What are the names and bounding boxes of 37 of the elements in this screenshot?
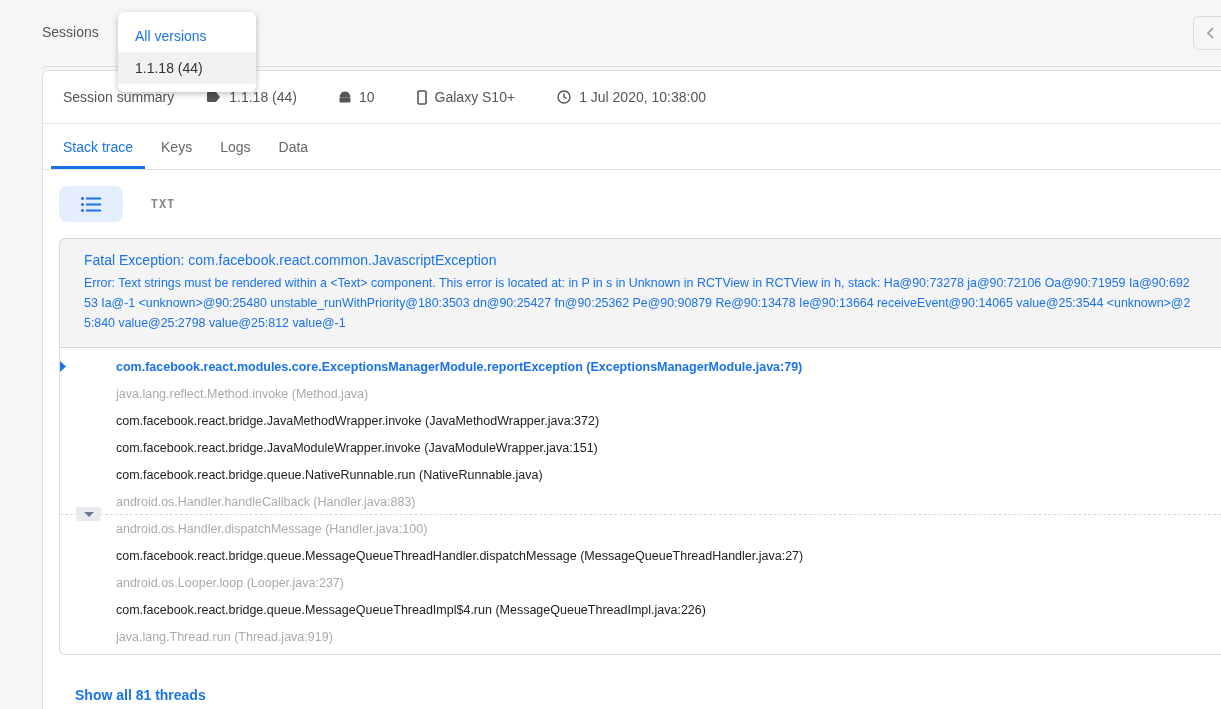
menu-item[interactable]: 1.1.18 (44)	[118, 52, 256, 84]
clock-icon	[557, 90, 572, 104]
stack-frame: com.facebook.react.modules.core.ExceptionsManagerModule.reportException (ExceptionsManagerModule.java:79)	[116, 359, 803, 374]
page-title: Sessions	[42, 24, 99, 40]
exception-message: Error: Text strings must be rendered within a <Text> component. This error is located at: in P in s in Unknown in RCTView in RCTView in h, stack: Ha@90:73278 ja@90:72106 Oa@90:71959 Ia@90:69253 Ia@-1 <unknown>@90:25480 unstable_runWithPriority@180:3503 dn@90:25427 fn@90:25362 Pe@90:90879 Re@90:13478 Ie@90:13664 receiveEvent@90:14065 value@25:3544 <unknown>@25:840 value@25:2798 value@25:812 value@-1	[84, 275, 1192, 332]
android-icon	[339, 91, 351, 103]
session-time: 1 Jul 2020, 10:38:00	[579, 89, 706, 105]
list-view-button[interactable]	[59, 186, 123, 222]
stack-frame: com.facebook.react.bridge.queue.MessageQueueThreadHandler.dispatchMessage (MessageQueueThreadHandler.java:27)	[116, 548, 804, 563]
stack-frame: com.facebook.react.bridge.queue.NativeRunnable.run (NativeRunnable.java)	[116, 467, 543, 482]
tab[interactable]: Keys	[149, 124, 205, 169]
list-icon	[81, 196, 101, 212]
tab[interactable]: Logs	[208, 124, 263, 169]
os-version: 10	[359, 89, 375, 105]
stack-frame: com.facebook.react.bridge.queue.MessageQueueThreadImpl$4.run (MessageQueueThreadImpl.java:226)	[116, 602, 706, 617]
show-all-threads-link[interactable]: Show all 81 threads	[75, 687, 206, 703]
stack-frame: java.lang.reflect.Method.invoke (Method.java)	[116, 386, 369, 401]
device-name: Galaxy S10+	[434, 89, 516, 105]
exception-title: Fatal Exception: com.facebook.react.common.JavascriptException	[84, 252, 498, 268]
chevron-left-icon	[1206, 27, 1214, 39]
stack-frame: android.os.Looper.loop (Looper.java:237)	[116, 575, 344, 590]
phone-icon	[416, 89, 427, 105]
summary-title: Session summary	[63, 89, 175, 105]
app-version: 1.1.18 (44)	[229, 89, 297, 105]
tab[interactable]: Stack trace	[51, 124, 146, 169]
triangle-marker-icon	[60, 361, 66, 372]
collapse-button[interactable]	[76, 507, 101, 521]
menu-item[interactable]: All versions	[118, 20, 256, 52]
stack-frame: com.facebook.react.bridge.JavaMethodWrapper.invoke (JavaMethodWrapper.java:372)	[116, 413, 600, 428]
stack-frame: com.facebook.react.bridge.JavaModuleWrapper.invoke (JavaModuleWrapper.java:151)	[116, 440, 598, 455]
tag-icon	[207, 92, 222, 102]
stack-frame: android.os.Handler.handleCallback (Handler.java:883)	[116, 494, 416, 509]
tab[interactable]: Data	[266, 124, 321, 169]
text-view-button[interactable]: TXT	[131, 186, 195, 222]
stack-frame: java.lang.Thread.run (Thread.java:919)	[116, 629, 333, 644]
caret-down-icon	[83, 511, 94, 517]
stack-frame: android.os.Handler.dispatchMessage (Handler.java:100)	[116, 521, 428, 536]
